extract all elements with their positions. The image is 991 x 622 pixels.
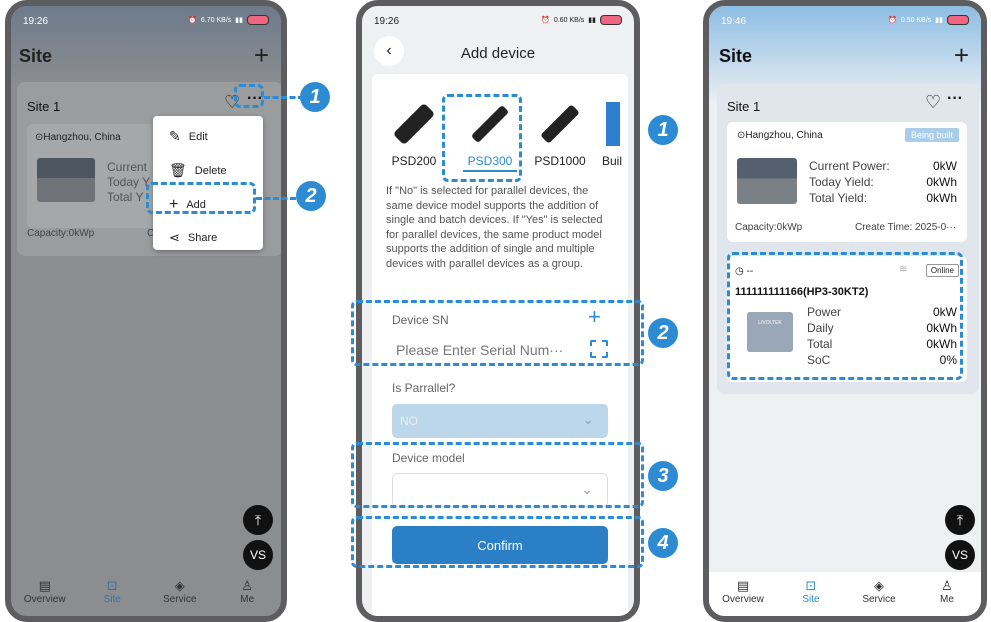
scroll-top-button[interactable]: ⤒: [945, 505, 975, 535]
connector-1: [264, 96, 304, 99]
status-badge: Being built: [904, 128, 959, 142]
capacity: Capacity:0kWp: [735, 222, 803, 233]
status-bar: 19:26 ⏰ 0.60 KB/s ▮▮: [362, 6, 634, 40]
menu-edit[interactable]: ✎ Edit: [169, 128, 208, 145]
site-name: Site 1: [727, 99, 761, 114]
menu-delete[interactable]: 🗑 Delete: [169, 162, 227, 179]
parallel-description: If "No" is selected for parallel devices…: [386, 185, 603, 270]
site-icon: ⊡: [106, 578, 118, 593]
parallel-select[interactable]: NO ⌄: [392, 404, 608, 438]
stat-row: Today Yield: 0kWh: [809, 175, 957, 189]
device-built-in[interactable]: Buil: [598, 92, 628, 170]
service-icon: ◈: [174, 578, 185, 593]
connector-2: [256, 197, 296, 200]
highlight-more: [234, 84, 264, 108]
house-image: [737, 158, 797, 204]
device-image: [540, 104, 580, 144]
step-badge-1: 1: [648, 115, 678, 145]
status-time: 19:26: [23, 16, 49, 27]
more-icon[interactable]: ···: [947, 90, 963, 108]
device-image: [392, 102, 436, 146]
site-icon: ⊡: [805, 578, 817, 593]
step-badge-2: 2: [648, 318, 678, 348]
signal-icon: ▮▮: [235, 17, 243, 24]
location: ⊙Hangzhou, China: [737, 130, 823, 141]
device-psd1000[interactable]: PSD1000: [532, 92, 588, 170]
menu-share[interactable]: ⋖ Share: [169, 230, 217, 246]
tab-overview[interactable]: ▤ Overview: [709, 578, 777, 605]
alarm-icon: ⏰: [541, 17, 550, 24]
scroll-top-button[interactable]: ⤒: [243, 505, 273, 535]
vs-button[interactable]: VS: [243, 540, 273, 570]
overview-icon: ▤: [736, 578, 750, 593]
add-site-button[interactable]: +: [954, 40, 969, 71]
net-speed: 6.70 KB/s: [200, 16, 232, 24]
tab-bar: ▤ Overview ⊡ Site ◈ Service ♙ Me: [709, 572, 981, 616]
parallel-value: NO: [400, 414, 418, 428]
house-image: [37, 158, 95, 202]
page-title: Site: [19, 46, 53, 66]
tab-bar: ▤ Overview ⊡ Site ◈ Service ♙ Me: [11, 572, 281, 616]
stat-today: Today Y: [107, 175, 151, 189]
site-name: Site 1: [27, 99, 61, 114]
highlight-device-model: [351, 442, 644, 508]
chevron-down-icon: ⌄: [582, 411, 594, 427]
step-badge-3: 3: [648, 461, 678, 491]
tab-site[interactable]: ⊡ Site: [777, 578, 845, 605]
site-info-card: ⊙Hangzhou, China Being built Current Pow…: [727, 122, 967, 242]
stat-total: Total Y: [107, 190, 144, 204]
location: ⊙Hangzhou, China: [35, 132, 121, 143]
tab-overview[interactable]: ▤ Overview: [11, 578, 79, 605]
battery-icon: [247, 15, 269, 25]
status-bar: 19:26 ⏰ 6.70 KB/s ▮▮: [11, 6, 281, 40]
alarm-icon: ⏰: [888, 17, 897, 24]
battery-icon: [600, 15, 622, 25]
status-time: 19:46: [721, 16, 747, 27]
share-icon: ⋖: [169, 230, 180, 245]
status-bar: 19:46 ⏰ 0.50 KB/s ▮▮: [709, 6, 981, 40]
stat-row: Current Power: 0kW: [809, 159, 957, 173]
capacity: Capacity:0kWp: [27, 228, 95, 239]
net-speed: 0.50 KB/s: [900, 16, 932, 24]
stat-current: Current: [107, 160, 148, 174]
tab-service[interactable]: ◈ Service: [146, 578, 214, 605]
site-stats: Current Power: 0kW Today Yield: 0kWh Total…: [809, 158, 957, 206]
page-title: Add device: [460, 45, 536, 62]
device-psd200[interactable]: PSD200: [386, 92, 442, 170]
page-title: Site: [719, 46, 753, 66]
battery-icon: [947, 15, 969, 25]
highlight-device-psd300: [442, 94, 522, 182]
tab-service[interactable]: ◈ Service: [845, 578, 913, 605]
alarm-icon: ⏰: [188, 17, 197, 24]
parallel-label: Is Parrallel?: [392, 381, 456, 395]
tab-me[interactable]: ♙ Me: [214, 578, 282, 605]
signal-icon: ▮▮: [935, 17, 943, 24]
step-badge-2: 2: [296, 181, 326, 211]
service-icon: ◈: [874, 578, 884, 593]
status-time: 19:26: [374, 16, 400, 27]
trash-icon: 🗑: [169, 162, 187, 178]
add-site-button[interactable]: +: [254, 40, 269, 71]
net-speed: 0.60 KB/s: [553, 16, 585, 24]
highlight-device-sn: [351, 300, 644, 366]
me-icon: ♙: [941, 578, 953, 593]
step-badge-4: 4: [648, 528, 678, 558]
tab-me[interactable]: ♙ Me: [913, 578, 981, 605]
create-time: Create Time: 2025-0···: [855, 222, 957, 233]
vs-button[interactable]: VS: [945, 540, 975, 570]
device-image: [606, 102, 620, 146]
overview-icon: ▤: [38, 578, 51, 593]
highlight-confirm: [351, 516, 644, 568]
edit-icon: ✎: [169, 128, 181, 144]
signal-icon: ▮▮: [588, 17, 596, 24]
me-icon: ♙: [241, 578, 254, 593]
highlight-add: [146, 182, 256, 214]
step-badge-1: 1: [300, 82, 330, 112]
highlight-new-device: [727, 252, 963, 380]
tab-site[interactable]: ⊡ Site: [79, 578, 147, 605]
favorite-icon[interactable]: ♡: [925, 92, 941, 113]
stat-row: Total Yield: 0kWh: [809, 191, 957, 205]
